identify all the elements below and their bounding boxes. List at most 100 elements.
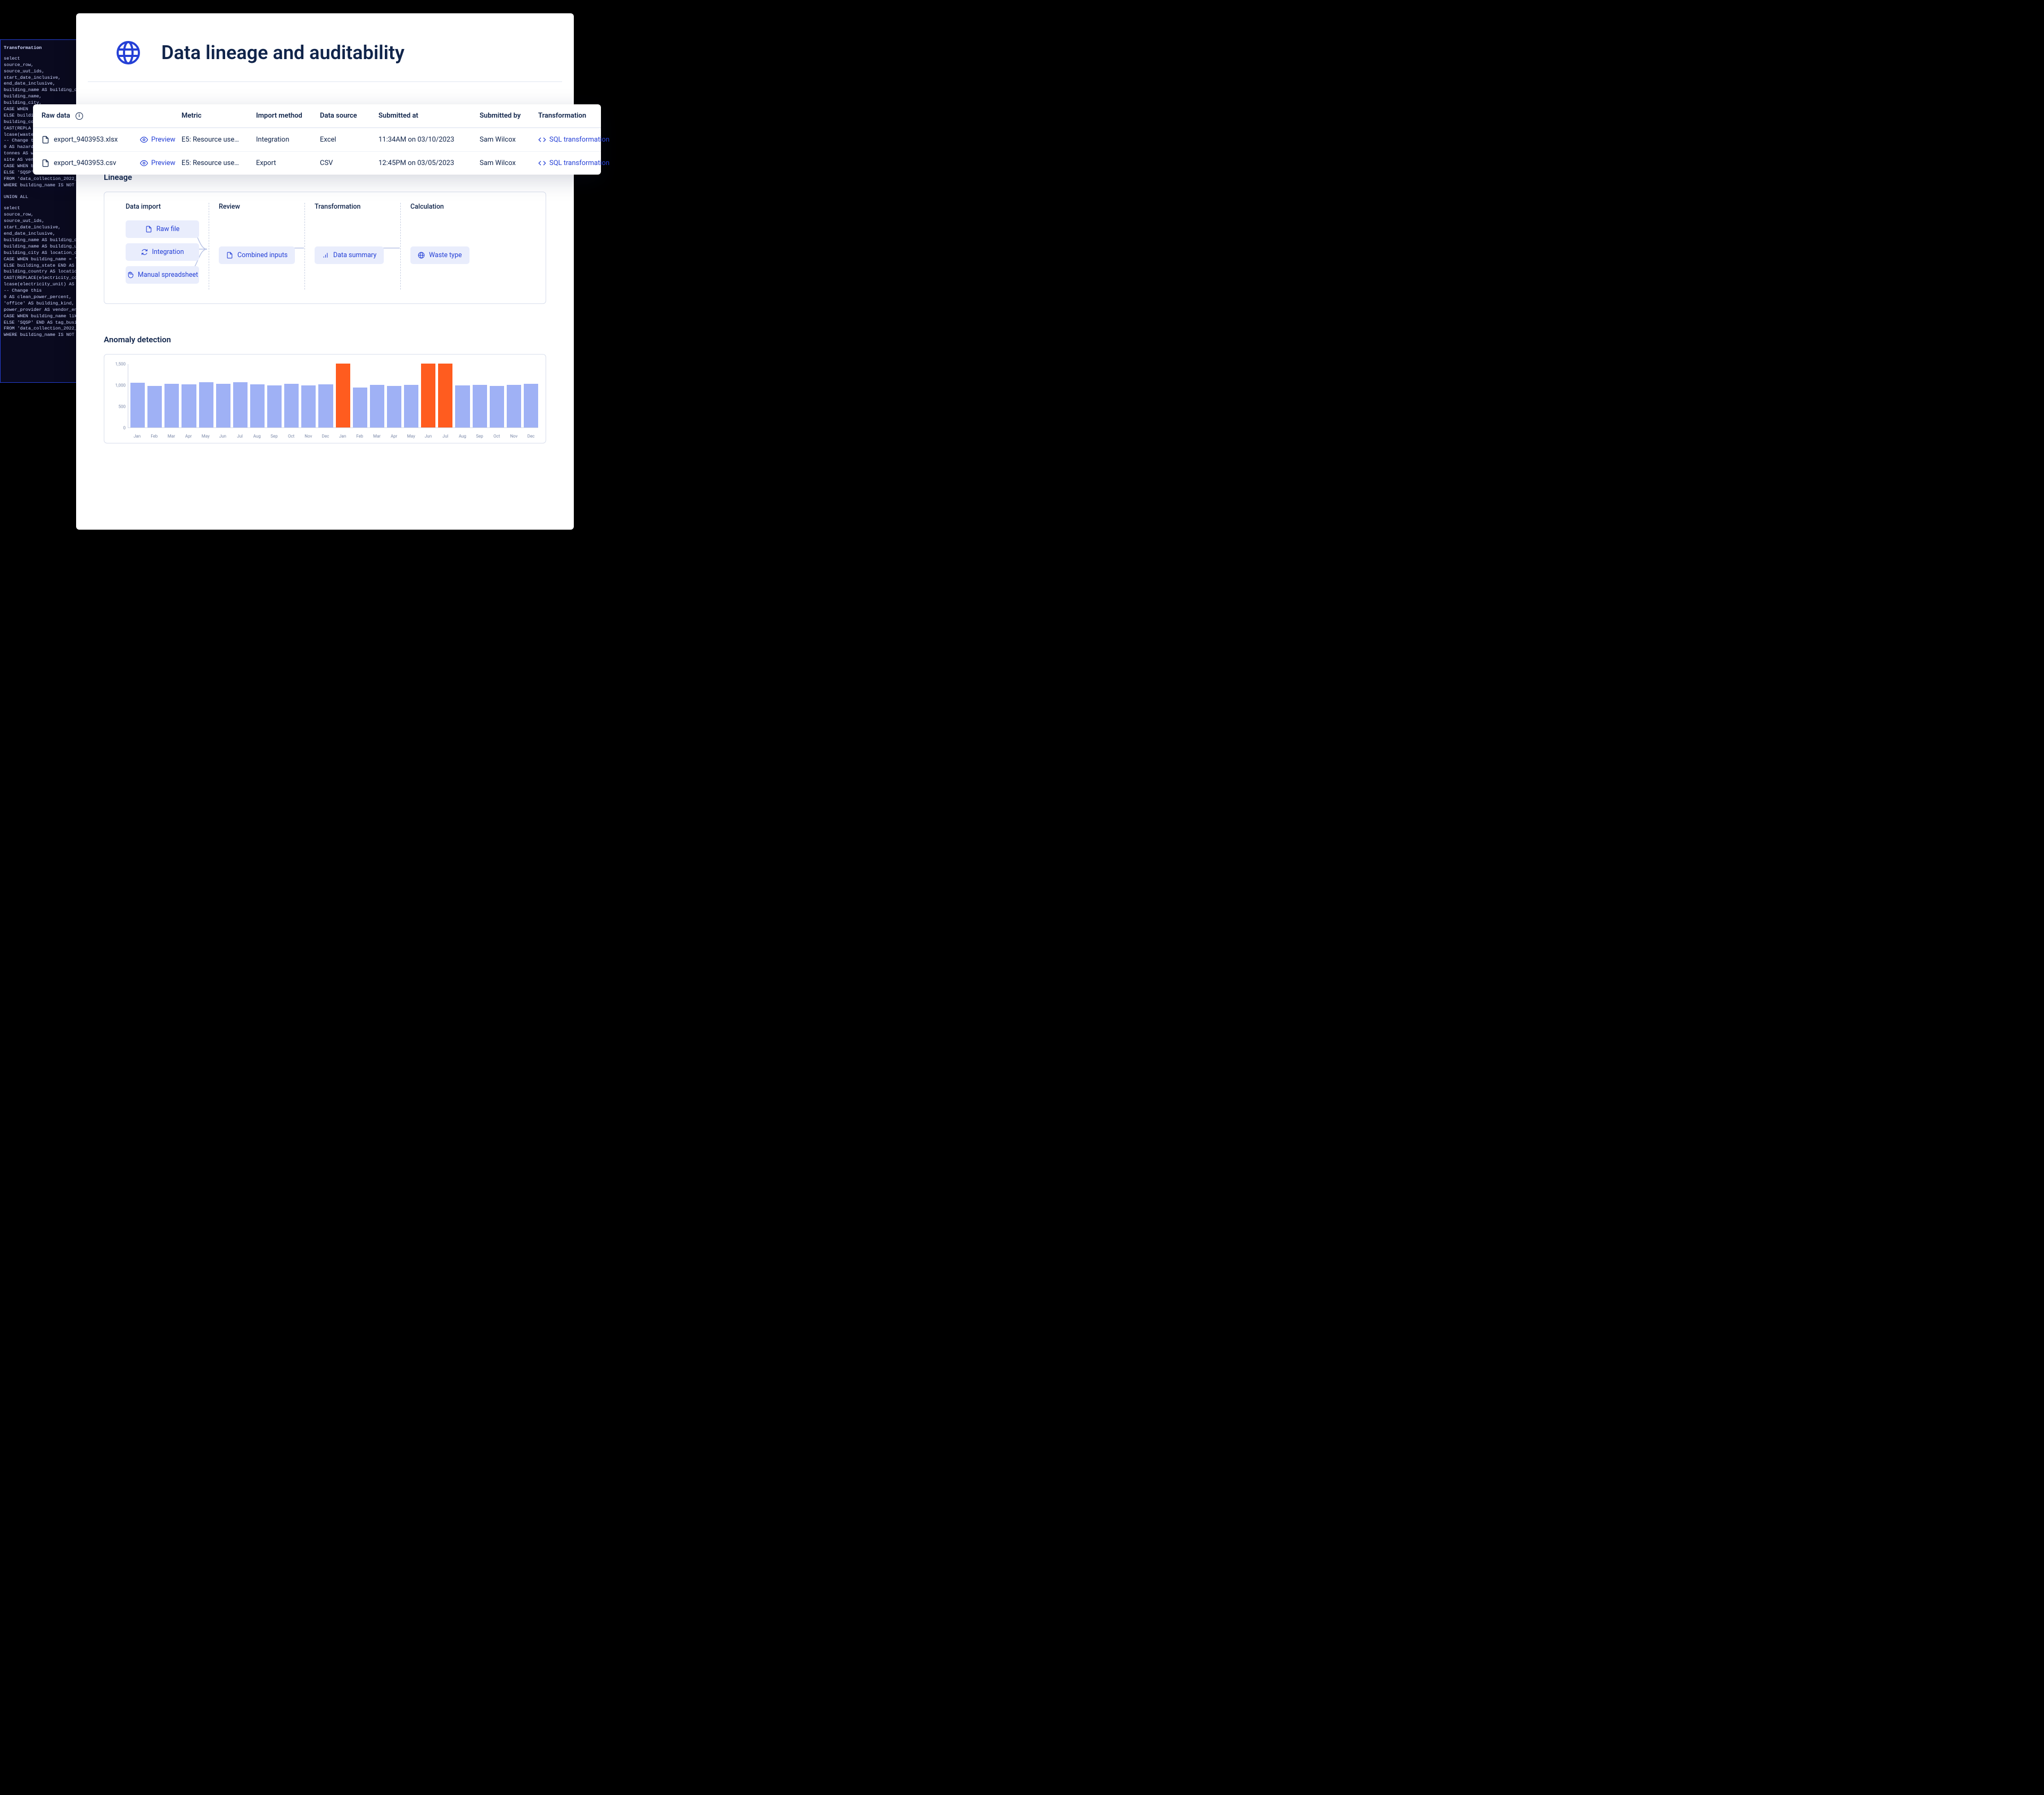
- lineage-section: Lineage Data import: [88, 172, 562, 304]
- x-tick-label: Nov: [301, 434, 316, 439]
- file-icon: [42, 159, 50, 167]
- submitted-at-cell: 11:34AM on 03/10/2023: [378, 136, 480, 144]
- col-raw-data: Raw data i: [42, 112, 140, 120]
- code-line: CAST(REPLACE(electricity_consum: [4, 275, 77, 282]
- lineage-col-label: Calculation: [410, 203, 466, 211]
- code-line: building_city AS location_city,: [4, 250, 77, 257]
- import-cell: Integration: [256, 136, 320, 144]
- globe-icon: [418, 252, 425, 259]
- y-tick-label: 1,000: [115, 383, 126, 388]
- eye-icon: [140, 136, 148, 144]
- code-line: ELSE 'SQSP' END AS tag_business_u: [4, 320, 77, 326]
- lineage-col-import: Data import Raw file Integra: [116, 203, 209, 290]
- x-tick-label: Jan: [130, 434, 144, 439]
- x-tick-label: Apr: [182, 434, 196, 439]
- lineage-pill-manual[interactable]: Manual spreadsheet: [126, 266, 199, 284]
- chart-bar: [438, 364, 452, 427]
- code-line: building_country AS location_coun: [4, 269, 77, 275]
- code-line: start_date_inclusive,: [4, 75, 77, 81]
- header: Data lineage and auditability: [88, 13, 562, 82]
- code-line: lcase(electricity_unit) AS unit,: [4, 282, 77, 288]
- chart-bar: [387, 386, 401, 427]
- col-source: Data source: [320, 112, 378, 120]
- x-tick-label: Mar: [164, 434, 178, 439]
- file-cell[interactable]: export_9403953.xlsx: [42, 136, 140, 144]
- chart-bar: [130, 383, 145, 427]
- raw-data-table: Raw data i Metric Import method Data sou…: [33, 104, 601, 175]
- chart-bar: [490, 386, 504, 427]
- submitted-by-cell: Sam Wilcox: [480, 159, 538, 167]
- lineage-box: Data import Raw file Integra: [104, 192, 546, 304]
- chart-icon: [322, 252, 329, 259]
- code-line: building_name AS building_display_: [4, 87, 77, 94]
- lineage-pill-combined[interactable]: Combined inputs: [219, 246, 295, 264]
- table-header-row: Raw data i Metric Import method Data sou…: [33, 104, 601, 128]
- lineage-pill-rawfile[interactable]: Raw file: [126, 220, 199, 238]
- lineage-pill-summary[interactable]: Data summary: [315, 246, 384, 264]
- info-icon[interactable]: i: [76, 112, 83, 120]
- pill-label: Waste type: [429, 251, 462, 259]
- file-cell[interactable]: export_9403953.csv: [42, 159, 140, 167]
- code-line: FROM 'data_collection_2022_utilitie: [4, 326, 77, 332]
- x-tick-label: Jul: [438, 434, 452, 439]
- code-line: end_date_inclusive,: [4, 231, 77, 237]
- chart-bar: [250, 384, 265, 427]
- x-tick-label: Dec: [318, 434, 333, 439]
- col-label: Raw data: [42, 112, 70, 120]
- pill-label: Data summary: [333, 251, 376, 259]
- source-cell: CSV: [320, 159, 378, 167]
- lineage-col-label: Review: [219, 203, 295, 211]
- code-line: CASE WHEN building_name = 'DUB...: [4, 257, 77, 263]
- y-tick-label: 0: [123, 426, 126, 431]
- eye-icon: [140, 159, 148, 167]
- code-line: 0 AS clean_power_percent,: [4, 294, 77, 301]
- code-panel-title: Transformation: [4, 45, 77, 52]
- chart-bar: [233, 382, 248, 427]
- file-name: export_9403953.xlsx: [54, 136, 118, 144]
- chart-bar: [404, 385, 418, 427]
- code-line: [4, 189, 77, 194]
- file-icon: [42, 136, 50, 144]
- x-tick-label: Mar: [369, 434, 384, 439]
- preview-link[interactable]: Preview: [140, 159, 182, 167]
- source-cell: Excel: [320, 136, 378, 144]
- sql-link[interactable]: SQL transformation: [538, 159, 623, 167]
- code-line: building_name AS building_unique_: [4, 244, 77, 250]
- lineage-pill-integration[interactable]: Integration: [126, 243, 199, 261]
- code-line: building_name,: [4, 94, 77, 100]
- chart-bar: [164, 384, 179, 427]
- chart-bar: [301, 385, 316, 427]
- lineage-pill-waste[interactable]: Waste type: [410, 246, 469, 264]
- sql-link[interactable]: SQL transformation: [538, 136, 623, 144]
- chart-bar: [507, 385, 521, 427]
- pill-label: Manual spreadsheet: [138, 271, 198, 279]
- x-tick-label: Aug: [455, 434, 469, 439]
- x-axis: JanFebMarAprMayJunJulAugSepOctNovDecJanF…: [130, 434, 538, 439]
- sql-label: SQL transformation: [549, 159, 609, 167]
- code-line: ELSE building_state END AS locatio: [4, 263, 77, 269]
- preview-label: Preview: [151, 136, 175, 144]
- code-icon: [538, 136, 546, 144]
- preview-link[interactable]: Preview: [140, 136, 182, 144]
- chart-bar: [216, 384, 230, 427]
- col-submitted-by: Submitted by: [480, 112, 538, 120]
- x-tick-label: Jul: [233, 434, 247, 439]
- chart-bar: [267, 385, 282, 427]
- main-card: Data lineage and auditability Lineage Da…: [76, 13, 574, 530]
- chart-bar: [524, 384, 538, 427]
- anomaly-title: Anomaly detection: [104, 335, 546, 344]
- chart-bar: [473, 385, 487, 427]
- code-line: UNION ALL: [4, 194, 77, 201]
- code-line: source_row,: [4, 212, 77, 218]
- y-tick-label: 1,500: [115, 362, 126, 367]
- chart-bar: [370, 385, 384, 427]
- x-tick-label: May: [199, 434, 213, 439]
- lineage-col-review: Review Combined inputs: [209, 203, 305, 290]
- col-metric: Metric: [182, 112, 256, 120]
- code-line: building_name AS building_display_: [4, 237, 77, 244]
- code-line: -- Change this: [4, 288, 77, 294]
- x-tick-label: Aug: [250, 434, 264, 439]
- preview-label: Preview: [151, 159, 175, 167]
- x-tick-label: Oct: [284, 434, 299, 439]
- globe-logo-icon: [116, 40, 141, 65]
